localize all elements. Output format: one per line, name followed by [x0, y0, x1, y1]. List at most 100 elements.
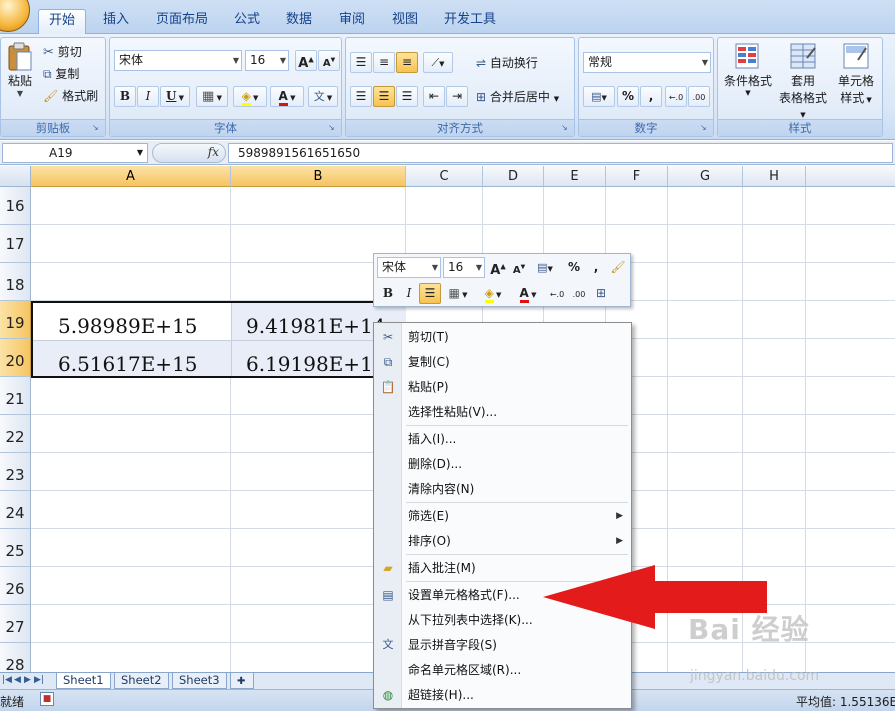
- select-all-corner[interactable]: [0, 166, 31, 187]
- number-format-combo[interactable]: 常规 ▼: [583, 52, 711, 73]
- insert-function-button[interactable]: fx: [152, 143, 226, 163]
- formula-input[interactable]: 5989891561651650: [228, 143, 893, 163]
- cell-b19[interactable]: 9.41981E+14: [246, 314, 386, 338]
- macro-record-icon[interactable]: ■: [40, 692, 54, 706]
- wrap-text-button[interactable]: ⇌ 自动换行: [476, 54, 538, 71]
- menu-item-paste-special[interactable]: 选择性粘贴(V)...: [374, 400, 631, 424]
- name-box[interactable]: A19 ▼: [2, 143, 148, 163]
- shrink-font-button[interactable]: A▼: [318, 50, 340, 71]
- column-header-b[interactable]: B: [231, 166, 406, 187]
- align-top-button[interactable]: ☰: [350, 52, 372, 73]
- mini-font-color-button[interactable]: A ▼: [512, 283, 544, 304]
- cut-button[interactable]: ✂ 剪切: [43, 43, 82, 61]
- column-header-g[interactable]: G: [668, 166, 743, 187]
- increase-decimal-button[interactable]: ←.0: [665, 86, 687, 107]
- percent-button[interactable]: %: [617, 86, 639, 107]
- copy-button[interactable]: ⧉ 复制: [43, 65, 79, 83]
- menu-item-hyperlink[interactable]: ◍ 超链接(H)...: [374, 683, 631, 707]
- cell-b20[interactable]: 6.19198E+15: [246, 352, 386, 376]
- conditional-format-button[interactable]: 条件格式 ▼: [721, 42, 775, 97]
- row-header-19[interactable]: 19: [0, 301, 31, 339]
- menu-item-name-range[interactable]: 命名单元格区域(R)...: [374, 658, 631, 682]
- sheet-tab-3[interactable]: Sheet3: [172, 673, 227, 689]
- menu-item-cut[interactable]: ✂ 剪切(T): [374, 325, 631, 349]
- mini-increase-decimal-button[interactable]: ←.0: [546, 283, 568, 304]
- mini-border-button[interactable]: ▦ ▼: [442, 283, 474, 304]
- decrease-indent-button[interactable]: ⇤: [423, 86, 445, 107]
- align-left-button[interactable]: ☰: [350, 86, 372, 107]
- align-middle-button[interactable]: ≡: [373, 52, 395, 73]
- mini-center-button[interactable]: ☰: [419, 283, 441, 304]
- row-header-26[interactable]: 26: [0, 567, 31, 605]
- menu-item-insert[interactable]: 插入(I)...: [374, 427, 631, 451]
- row-header-22[interactable]: 22: [0, 415, 31, 453]
- column-header-c[interactable]: C: [406, 166, 483, 187]
- mini-shrink-font-button[interactable]: A▼: [508, 257, 530, 278]
- tab-formulas[interactable]: 公式: [224, 9, 270, 34]
- mini-merge-button[interactable]: ⊞: [590, 283, 612, 304]
- tab-data[interactable]: 数据: [276, 9, 322, 34]
- mini-font-name-combo[interactable]: 宋体 ▼: [377, 257, 441, 278]
- phonetic-button[interactable]: 文 ▼: [308, 86, 338, 107]
- mini-bold-button[interactable]: B: [377, 283, 399, 304]
- tab-home[interactable]: 开始: [38, 9, 87, 34]
- bold-button[interactable]: B: [114, 86, 136, 107]
- italic-button[interactable]: I: [137, 86, 159, 107]
- decrease-decimal-button[interactable]: .00: [688, 86, 710, 107]
- menu-item-filter[interactable]: 筛选(E) ▶: [374, 504, 631, 528]
- mini-comma-button[interactable]: ,: [585, 257, 607, 278]
- row-header-17[interactable]: 17: [0, 225, 31, 263]
- accounting-format-button[interactable]: ▤▼: [583, 86, 615, 107]
- cell-a20[interactable]: 6.51617E+15: [58, 352, 198, 376]
- column-header-a[interactable]: A: [31, 166, 231, 187]
- prev-sheet-icon[interactable]: ◀: [14, 675, 21, 685]
- office-button[interactable]: [0, 0, 30, 32]
- tab-page-layout[interactable]: 页面布局: [146, 9, 218, 34]
- font-color-button[interactable]: A ▼: [270, 86, 304, 107]
- font-size-combo[interactable]: 16 ▼: [245, 50, 289, 71]
- orientation-button[interactable]: ⟋▼: [423, 52, 453, 73]
- align-center-button[interactable]: ☰: [373, 86, 395, 107]
- menu-item-paste[interactable]: 📋 粘贴(P): [374, 375, 631, 399]
- sheet-tab-2[interactable]: Sheet2: [114, 673, 169, 689]
- column-header-h[interactable]: H: [743, 166, 806, 187]
- menu-item-sort[interactable]: 排序(O) ▶: [374, 529, 631, 553]
- column-header-f[interactable]: F: [606, 166, 668, 187]
- row-header-25[interactable]: 25: [0, 529, 31, 567]
- paste-button[interactable]: 粘贴 ▼: [4, 42, 36, 112]
- row-header-16[interactable]: 16: [0, 187, 31, 225]
- row-header-24[interactable]: 24: [0, 491, 31, 529]
- tab-developer[interactable]: 开发工具: [434, 9, 506, 34]
- row-header-21[interactable]: 21: [0, 377, 31, 415]
- align-right-button[interactable]: ☰: [396, 86, 418, 107]
- format-as-table-button[interactable]: 套用 表格格式 ▼: [776, 42, 830, 120]
- tab-insert[interactable]: 插入: [93, 9, 139, 34]
- menu-item-show-phonetic[interactable]: 文显示拼音字段(S): [374, 633, 631, 657]
- column-header-e[interactable]: E: [544, 166, 606, 187]
- menu-item-copy[interactable]: ⧉ 复制(C): [374, 350, 631, 374]
- format-painter-button[interactable]: 🖌 格式刷: [43, 87, 98, 105]
- last-sheet-icon[interactable]: ▶|: [34, 675, 44, 685]
- column-header-d[interactable]: D: [483, 166, 544, 187]
- increase-indent-button[interactable]: ⇥: [446, 86, 468, 107]
- mini-decrease-decimal-button[interactable]: .00: [568, 283, 590, 304]
- row-header-23[interactable]: 23: [0, 453, 31, 491]
- comma-button[interactable]: ,: [640, 86, 662, 107]
- menu-item-delete[interactable]: 删除(D)...: [374, 452, 631, 476]
- next-sheet-icon[interactable]: ▶: [24, 675, 31, 685]
- dialog-launcher-icon[interactable]: ↘: [92, 124, 101, 133]
- mini-italic-button[interactable]: I: [398, 283, 420, 304]
- merge-center-button[interactable]: ⊞ 合并后居中 ▼: [476, 88, 559, 105]
- insert-sheet-button[interactable]: ✚: [230, 673, 254, 689]
- row-header-18[interactable]: 18: [0, 263, 31, 301]
- column-header-next[interactable]: [806, 166, 895, 187]
- tab-review[interactable]: 审阅: [329, 9, 375, 34]
- mini-format-painter-button[interactable]: 🖌: [607, 257, 629, 278]
- row-header-20[interactable]: 20: [0, 339, 31, 377]
- fill-color-button[interactable]: ◈ ▼: [233, 86, 267, 107]
- menu-item-clear-contents[interactable]: 清除内容(N): [374, 477, 631, 501]
- grow-font-button[interactable]: A▲: [295, 50, 317, 71]
- row-header-27[interactable]: 27: [0, 605, 31, 643]
- font-name-combo[interactable]: 宋体 ▼: [114, 50, 242, 71]
- mini-accounting-button[interactable]: ▤▼: [530, 257, 560, 278]
